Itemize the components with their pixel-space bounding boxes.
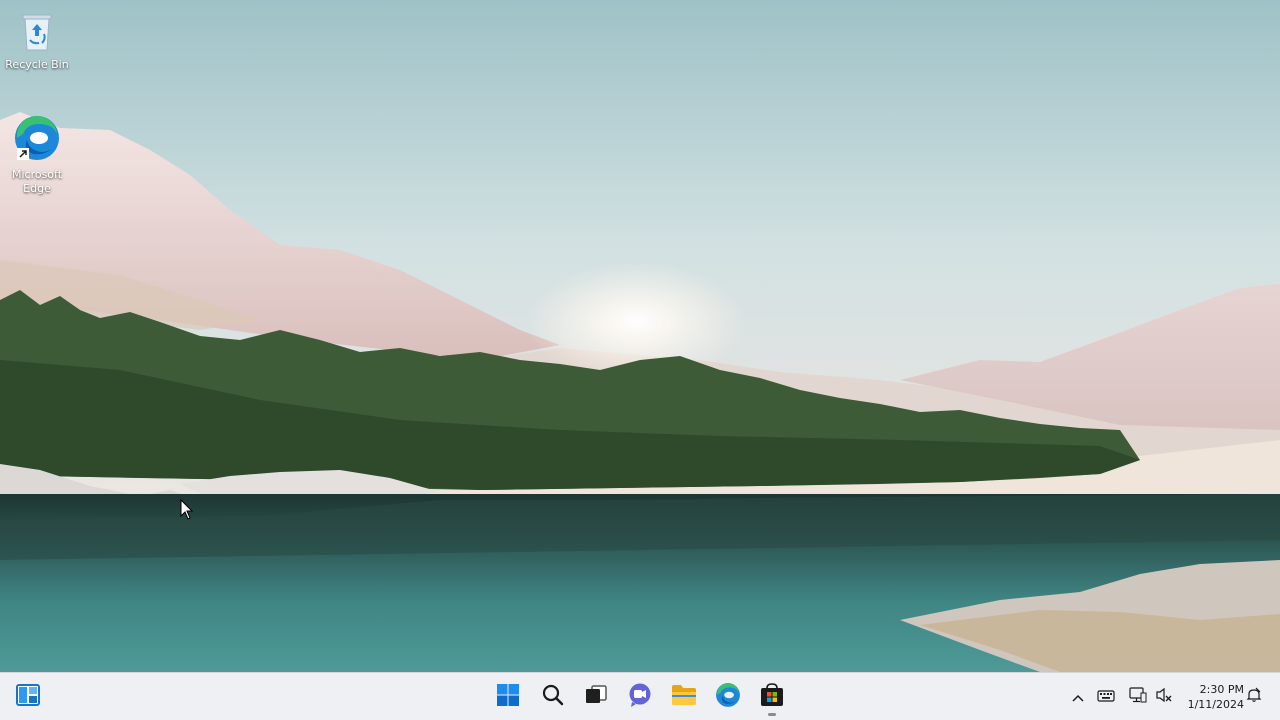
notification-center-button[interactable]: [1244, 687, 1264, 707]
taskbar: 2:30 PM 1/11/2024: [0, 672, 1280, 720]
mouse-cursor-icon: [180, 498, 194, 525]
desktop-icon-label: Microsoft Edge: [11, 168, 63, 195]
edge-taskbar-button[interactable]: [712, 681, 744, 713]
widgets-button[interactable]: [12, 681, 44, 713]
chevron-up-icon: [1071, 688, 1085, 707]
volume-muted-icon: [1155, 687, 1173, 707]
teams-chat-icon: [627, 682, 653, 712]
desktop-icon-microsoft-edge[interactable]: Microsoft Edge: [1, 114, 73, 196]
windows-start-icon: [496, 683, 520, 711]
start-button[interactable]: [492, 681, 524, 713]
clock-time: 2:30 PM: [1199, 683, 1244, 696]
desktop: Recycle Bin Microsoft Edge: [0, 0, 1280, 672]
edge-icon: [715, 682, 741, 712]
clock-date: 1/11/2024: [1187, 698, 1244, 711]
desktop-icon-label: Recycle Bin: [5, 58, 69, 71]
input-indicator-button[interactable]: [1096, 687, 1116, 707]
network-icon: [1129, 687, 1147, 707]
desktop-icon-recycle-bin[interactable]: Recycle Bin: [1, 10, 73, 72]
file-explorer-button[interactable]: [668, 681, 700, 713]
notification-icon: [1246, 687, 1262, 707]
task-view-icon: [584, 683, 608, 711]
edge-icon: [1, 114, 73, 166]
keyboard-icon: [1097, 688, 1115, 707]
running-indicator: [768, 713, 776, 716]
search-icon: [541, 683, 565, 711]
widgets-icon: [16, 683, 40, 711]
recycle-bin-icon: [1, 10, 73, 56]
wallpaper: [0, 0, 1280, 672]
store-icon: [759, 682, 785, 712]
search-button[interactable]: [537, 681, 569, 713]
network-button[interactable]: [1128, 687, 1148, 707]
volume-button[interactable]: [1154, 687, 1174, 707]
taskbar-clock[interactable]: 2:30 PM 1/11/2024: [1180, 682, 1244, 712]
task-view-button[interactable]: [580, 681, 612, 713]
store-button[interactable]: [756, 681, 788, 716]
show-hidden-icons-button[interactable]: [1068, 687, 1088, 707]
chat-button[interactable]: [624, 681, 656, 713]
folder-icon: [671, 683, 697, 711]
